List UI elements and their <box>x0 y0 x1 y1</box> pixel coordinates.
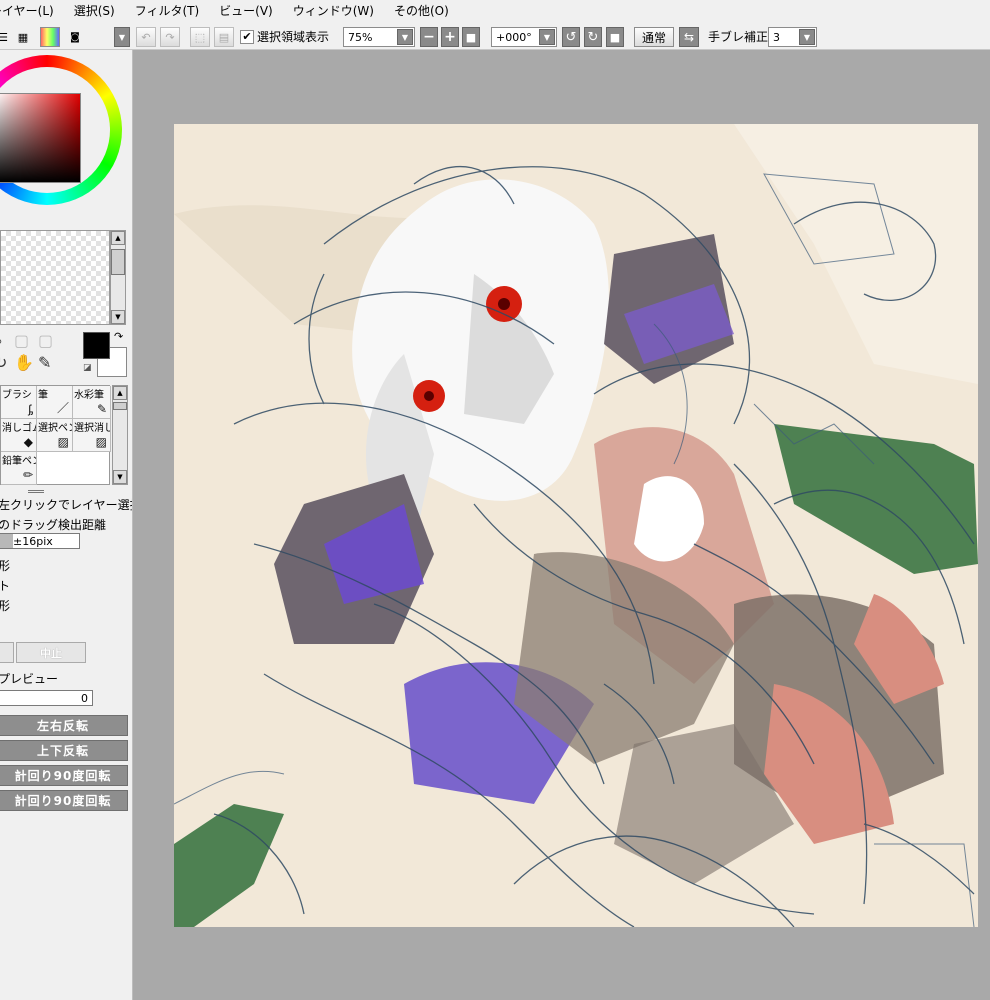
brush-scroll-up-icon[interactable]: ▲ <box>113 386 127 400</box>
menu-layer[interactable]: レイヤー(L) <box>0 0 64 23</box>
panel-list-icon[interactable]: ☰ <box>0 27 12 47</box>
stabilizer-select[interactable]: 3 ▼ <box>768 27 817 47</box>
flip-view-button[interactable]: ⇆ <box>679 27 699 47</box>
pencil-tool[interactable]: 鉛筆ペン✏ <box>1 452 37 485</box>
rotation-dropdown-icon: ▼ <box>539 29 555 45</box>
eraser-icon: ◆ <box>23 435 33 449</box>
layer-select-hint: 左クリックでレイヤー選択 <box>0 498 133 512</box>
brush-label: ブラシ <box>2 390 32 401</box>
pen-icon: ／ <box>56 401 69 415</box>
panel-tiles-icon[interactable]: ▦ <box>14 27 32 47</box>
color-grid-icon[interactable] <box>40 27 60 47</box>
hand-tool-icon[interactable]: ✋ <box>14 354 34 372</box>
rotate-ccw-90-button[interactable]: 計回り90度回転 <box>0 790 128 811</box>
brush-scrollbar[interactable]: ▲ ▼ <box>112 385 128 485</box>
panel-dropdown-icon[interactable]: ▼ <box>114 27 130 47</box>
pen-label: 筆 <box>38 390 48 401</box>
eraser-label: 消しゴム <box>2 423 36 434</box>
preview-input[interactable]: 0 <box>0 690 93 706</box>
zoom-dropdown-icon: ▼ <box>397 29 413 45</box>
scroll-thumb[interactable] <box>111 249 125 275</box>
zoom-select[interactable]: 75% ▼ <box>343 27 415 47</box>
color-mixer-area[interactable] <box>0 230 110 325</box>
menu-bar: レイヤー(L) 選択(S) フィルタ(T) ビュー(V) ウィンドウ(W) その… <box>0 0 990 23</box>
scroll-down-icon[interactable]: ▼ <box>111 310 125 324</box>
menu-view[interactable]: ビュー(V) <box>209 0 283 23</box>
pen-tool[interactable]: 筆／ <box>37 386 73 419</box>
scroll-up-icon[interactable]: ▲ <box>111 231 125 245</box>
stabilizer-dropdown-icon: ▼ <box>799 29 815 45</box>
foreground-color-swatch[interactable] <box>83 332 110 359</box>
drag-distance-label: のドラッグ検出距離 <box>0 518 107 532</box>
pencil-label: 鉛筆ペン <box>2 456 36 467</box>
watercolor-icon: ✎ <box>96 402 107 416</box>
artwork-sketch <box>174 124 978 927</box>
cancel-button[interactable]: 中止 <box>16 642 86 663</box>
pan-icon[interactable]: ▢ <box>14 332 29 350</box>
brush-tool[interactable]: ブラシ ᶋ <box>1 386 37 419</box>
undo-icon[interactable]: ↶ <box>136 27 156 47</box>
drag-distance-input[interactable]: ±16pix <box>0 533 80 549</box>
splitter-grip[interactable] <box>28 490 44 493</box>
pencil-icon: ✏ <box>22 468 33 482</box>
menu-filter[interactable]: フィルタ(T) <box>125 0 209 23</box>
brush-scroll-down-icon[interactable]: ▼ <box>113 470 127 484</box>
rotate-cw-90-button[interactable]: 計回り90度回転 <box>0 765 128 786</box>
saturation-value-box[interactable] <box>0 93 81 183</box>
select-erase-icon: ▨ <box>95 435 107 449</box>
rotation-value: +000° <box>496 30 532 44</box>
rotation-select[interactable]: +000° ▼ <box>491 27 557 47</box>
show-selection-label: 選択領域表示 <box>257 30 330 44</box>
left-panel: ▲ ▼ ⌕ ▢ ▢ ↻ ✋ ✎ ↷ ◪ ブラシᶋ 筆／ 水彩筆✎ 消しゴム◆ 選… <box>0 50 133 1000</box>
flip-vertical-button[interactable]: 上下反転 <box>0 740 128 761</box>
redo-icon[interactable]: ↷ <box>160 27 180 47</box>
swap-colors-icon[interactable]: ↷ <box>114 330 123 343</box>
option-shape-2[interactable]: 形 <box>0 597 10 614</box>
select-pen-icon: ▨ <box>57 435 69 449</box>
magnifier-icon[interactable]: ⌕ <box>0 332 3 350</box>
ok-button[interactable] <box>0 642 14 663</box>
show-selection-checkbox[interactable]: ✔ <box>240 30 254 44</box>
camera-icon[interactable]: ◙ <box>66 27 84 47</box>
deselect-icon[interactable]: ⬚ <box>190 27 210 47</box>
mode-button[interactable]: 通常 <box>634 27 674 47</box>
eyedropper-icon[interactable]: ✎ <box>38 354 51 372</box>
watercolor-tool[interactable]: 水彩筆 ✎ <box>73 386 111 419</box>
option-point[interactable]: ト <box>0 577 10 594</box>
option-shape-1[interactable]: 形 <box>0 557 10 574</box>
rotate-tool-icon[interactable]: ↻ <box>0 354 7 372</box>
rotate-left-button[interactable]: ↺ <box>562 27 580 47</box>
rotate-reset-button[interactable]: ■ <box>606 27 624 47</box>
preview-label: プレビュー <box>0 672 59 686</box>
stabilizer-label: 手ブレ補正 <box>708 30 769 44</box>
brush-icon: ᶋ <box>28 402 33 416</box>
zoom-in-button[interactable]: + <box>441 27 459 47</box>
select-erase-tool[interactable]: 選択消し ▨ <box>73 419 111 452</box>
zoom-reset-button[interactable]: ■ <box>462 27 480 47</box>
rotate-right-button[interactable]: ↻ <box>584 27 602 47</box>
flip-horizontal-button[interactable]: 左右反転 <box>0 715 128 736</box>
eraser-tool[interactable]: 消しゴム◆ <box>1 419 37 452</box>
watercolor-label: 水彩筆 <box>74 390 104 401</box>
select-erase-label: 選択消し <box>74 423 111 434</box>
brush-scroll-thumb[interactable] <box>113 402 127 410</box>
menu-select[interactable]: 選択(S) <box>64 0 125 23</box>
brush-grid: ブラシᶋ 筆／ 水彩筆✎ 消しゴム◆ 選択ペン▨ 選択消し▨ 鉛筆ペン✏ <box>0 385 111 485</box>
toolbar: ☰ ▦ ◙ ▼ ↶ ↷ ⬚ ▤ ✔ 選択領域表示 75% ▼ − + ■ +000… <box>0 23 990 50</box>
select-pen-tool[interactable]: 選択ペン▨ <box>37 419 73 452</box>
drawing-canvas[interactable] <box>174 124 978 927</box>
tool-icons: ⌕ ▢ ▢ ↻ ✋ ✎ <box>0 332 80 372</box>
menu-window[interactable]: ウィンドウ(W) <box>283 0 384 23</box>
select-pen-label: 選択ペン <box>38 423 72 434</box>
zoom-value: 75% <box>348 30 373 44</box>
menu-other[interactable]: その他(O) <box>384 0 459 23</box>
zoom-icon[interactable]: ▢ <box>38 332 53 350</box>
stabilizer-value: 3 <box>773 30 780 44</box>
mixer-scrollbar[interactable]: ▲ ▼ <box>110 230 126 325</box>
zoom-out-button[interactable]: − <box>420 27 438 47</box>
reset-colors-icon[interactable]: ◪ <box>83 363 92 373</box>
invert-selection-icon[interactable]: ▤ <box>214 27 234 47</box>
